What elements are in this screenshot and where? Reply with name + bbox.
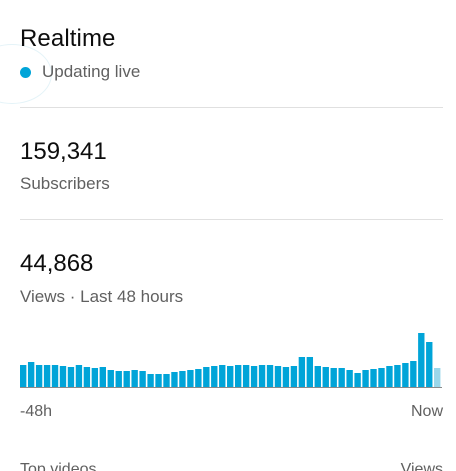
live-status: Updating live <box>20 62 140 82</box>
chart-bar[interactable] <box>402 363 409 387</box>
chart-bar[interactable] <box>290 366 298 387</box>
chart-bar[interactable] <box>338 368 345 387</box>
chart-bar[interactable] <box>195 369 202 387</box>
live-status-text: Updating live <box>42 62 141 81</box>
chart-bar[interactable] <box>386 366 393 387</box>
chart-bar[interactable] <box>234 365 242 387</box>
card-title: Realtime <box>20 25 116 52</box>
chart-bar[interactable] <box>298 357 306 387</box>
realtime-card: Realtime Updating live 159,341 Subscribe… <box>0 0 456 471</box>
subscribers-label: Subscribers <box>20 174 110 193</box>
chart-bar[interactable] <box>211 366 218 387</box>
chart-bar[interactable] <box>107 370 114 387</box>
divider <box>20 219 443 220</box>
chart-bar[interactable] <box>266 365 274 387</box>
chart-bar[interactable] <box>242 365 250 387</box>
chart-bar[interactable] <box>75 365 83 387</box>
views-bar-chart <box>20 333 442 388</box>
chart-bar[interactable] <box>115 371 122 387</box>
views-label: Views · Last 48 hours <box>20 287 184 306</box>
chart-bar[interactable] <box>187 370 194 387</box>
views-count: 44,868 <box>20 250 94 277</box>
chart-bar[interactable] <box>27 362 35 387</box>
chart-bar[interactable] <box>346 370 353 387</box>
chart-bar[interactable] <box>43 365 51 387</box>
chart-bar[interactable] <box>83 367 91 387</box>
top-videos-label: Top videos <box>20 461 97 471</box>
chart-bar[interactable] <box>274 366 282 387</box>
chart-bar[interactable] <box>258 365 266 387</box>
chart-bar[interactable] <box>155 374 162 387</box>
chart-bar[interactable] <box>35 365 43 387</box>
chart-bar[interactable] <box>322 367 329 387</box>
chart-bar[interactable] <box>147 374 154 387</box>
chart-bar[interactable] <box>203 367 210 387</box>
chart-bar[interactable] <box>434 368 441 387</box>
chart-bar[interactable] <box>362 370 369 387</box>
chart-bar[interactable] <box>67 367 75 387</box>
chart-bar[interactable] <box>426 342 433 387</box>
chart-bar[interactable] <box>250 366 258 387</box>
x-axis-start-label: -48h <box>20 403 53 420</box>
chart-bar[interactable] <box>123 371 130 387</box>
chart-bar[interactable] <box>330 368 337 387</box>
chart-bar[interactable] <box>171 372 178 387</box>
chart-bar[interactable] <box>139 371 146 387</box>
subscriber-count: 159,341 <box>20 138 107 165</box>
chart-bar[interactable] <box>306 357 314 387</box>
views-column-label: Views <box>400 461 443 471</box>
chart-bar[interactable] <box>91 368 99 387</box>
chart-bar[interactable] <box>418 333 425 387</box>
chart-bar[interactable] <box>179 371 186 387</box>
chart-bar[interactable] <box>227 366 234 387</box>
chart-bar[interactable] <box>354 373 361 387</box>
chart-bar[interactable] <box>99 367 106 387</box>
chart-bar[interactable] <box>370 369 377 387</box>
chart-bar[interactable] <box>59 366 67 387</box>
live-dot-icon <box>20 66 31 78</box>
chart-bar[interactable] <box>394 365 401 387</box>
chart-bar[interactable] <box>314 366 321 387</box>
chart-bar[interactable] <box>131 370 138 387</box>
chart-bar[interactable] <box>378 368 385 387</box>
chart-bar[interactable] <box>410 361 417 387</box>
x-axis-end-label: Now <box>410 403 443 420</box>
chart-bar[interactable] <box>163 374 170 387</box>
chart-bar[interactable] <box>20 365 27 387</box>
divider <box>20 107 443 108</box>
chart-bar[interactable] <box>51 365 59 387</box>
chart-bar[interactable] <box>219 365 226 387</box>
chart-bar[interactable] <box>282 367 290 387</box>
